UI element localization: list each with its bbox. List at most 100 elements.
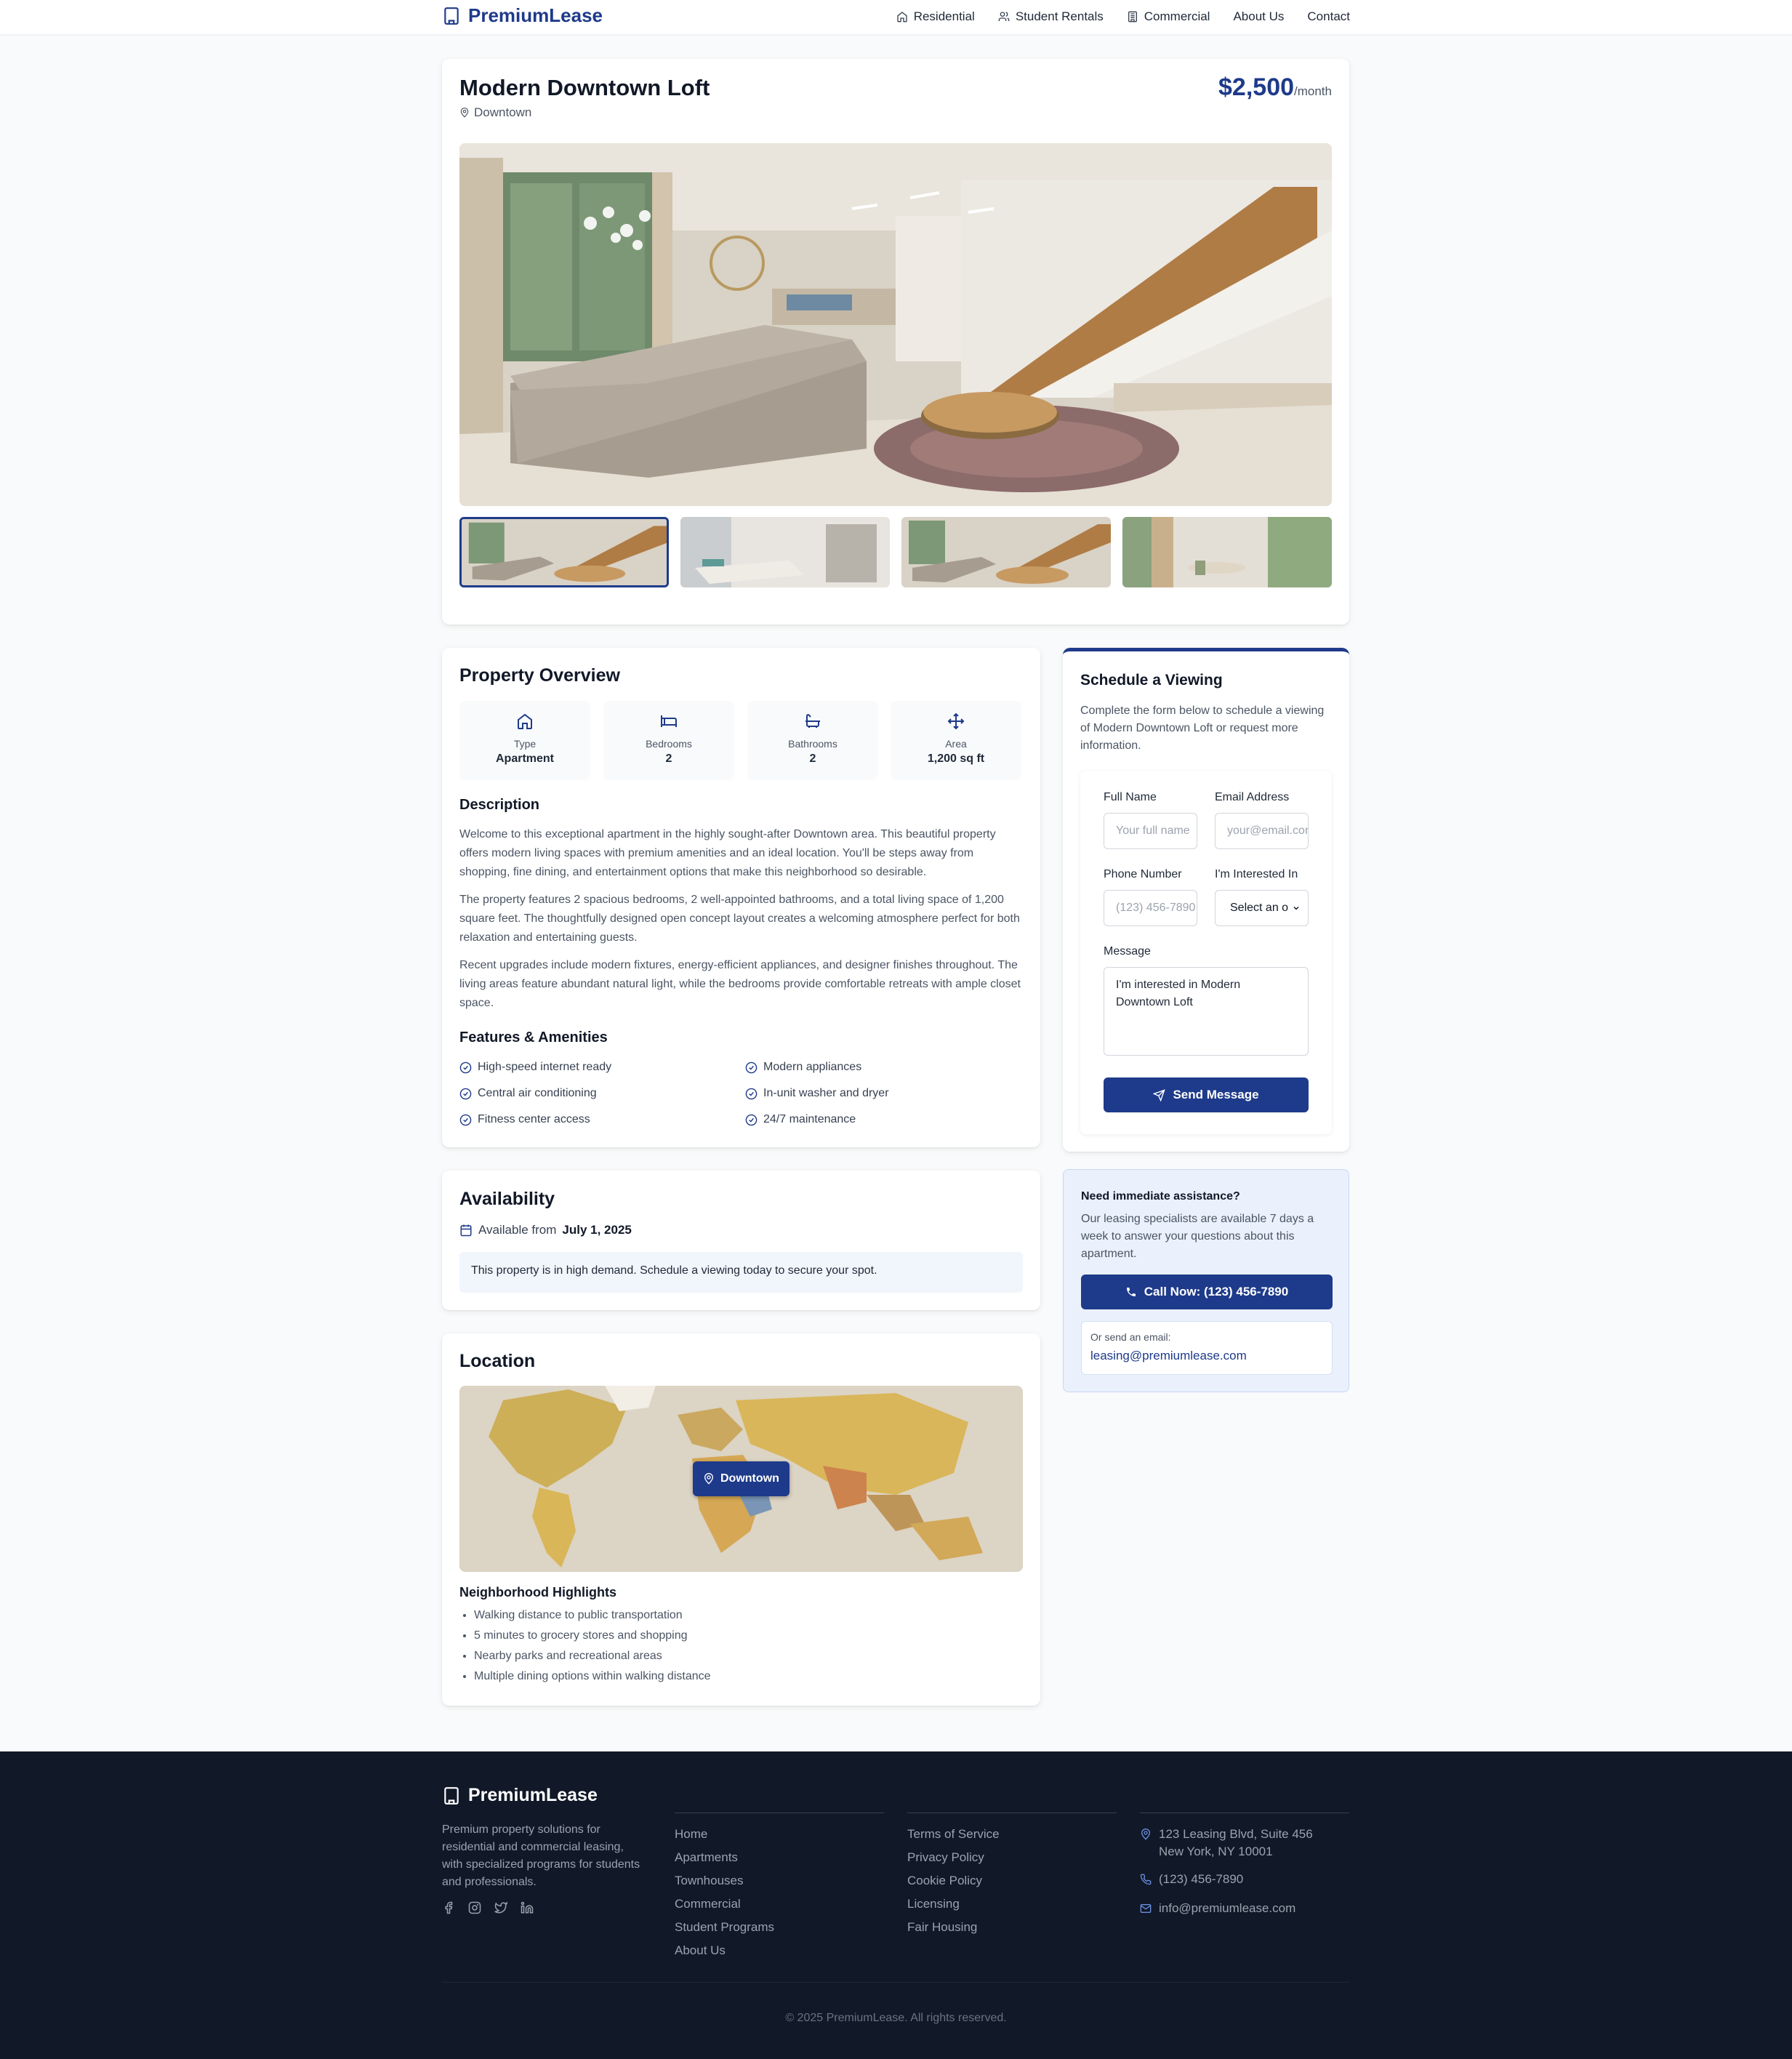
nav-label: Commercial <box>1144 9 1210 23</box>
highlight-item: Walking distance to public transportatio… <box>474 1605 711 1626</box>
footer-link-licensing[interactable]: Licensing <box>907 1897 960 1911</box>
nav-commercial[interactable]: Commercial <box>1127 9 1210 24</box>
top-navbar: PremiumLease Residential Student Rentals… <box>0 0 1792 36</box>
brand-logo[interactable]: PremiumLease <box>442 4 603 27</box>
highlight-item: Multiple dining options within walking d… <box>474 1666 711 1687</box>
footer-link-about[interactable]: About Us <box>675 1943 726 1958</box>
thumbnail-4[interactable] <box>1122 517 1332 587</box>
property-price: $2,500 /month <box>1218 73 1332 102</box>
interest-value: Select an option <box>1230 902 1288 914</box>
stat-area: Area 1,200 sq ft <box>891 701 1021 780</box>
message-label: Message <box>1104 945 1151 958</box>
description-heading: Description <box>459 797 540 813</box>
schedule-heading: Schedule a Viewing <box>1080 672 1223 689</box>
footer-link-townhouses[interactable]: Townhouses <box>675 1874 744 1888</box>
main-nav: Residential Student Rentals Commercial A… <box>896 9 1350 24</box>
available-from: Available from July 1, 2025 <box>459 1223 632 1237</box>
stat-label: Type <box>513 738 537 750</box>
phone-input[interactable]: (123) 456-7890 <box>1104 890 1197 926</box>
footer-brand[interactable]: PremiumLease <box>442 1785 598 1806</box>
feature-item: Fitness center access <box>459 1113 590 1126</box>
footer-phone-text: (123) 456-7890 <box>1159 1872 1244 1886</box>
facebook-icon[interactable] <box>442 1901 455 1914</box>
check-circle-icon <box>745 1061 758 1073</box>
footer-link-commercial[interactable]: Commercial <box>675 1897 741 1911</box>
phone-icon <box>1140 1874 1152 1885</box>
fullname-label: Full Name <box>1104 791 1157 803</box>
bed-icon <box>661 715 677 727</box>
nav-about[interactable]: About Us <box>1233 9 1284 24</box>
stat-value: Apartment <box>495 752 554 765</box>
assist-email-link[interactable]: leasing@premiumlease.com <box>1090 1349 1247 1363</box>
assistance-card: Need immediate assistance? Our leasing s… <box>1063 1169 1349 1392</box>
calendar-icon <box>460 1224 472 1237</box>
message-textarea[interactable]: I'm interested in Modern Downtown Loft <box>1104 967 1309 1056</box>
assist-text: Our leasing specialists are available 7 … <box>1081 1213 1314 1260</box>
site-footer: PremiumLease Premium property solutions … <box>0 1751 1792 2059</box>
address-line-1: 123 Leasing Blvd, Suite 456 <box>1159 1827 1313 1841</box>
main-property-photo <box>459 143 1332 506</box>
highlight-item: 5 minutes to grocery stores and shopping <box>474 1626 711 1646</box>
social-links <box>442 1901 534 1914</box>
footer-link-privacy[interactable]: Privacy Policy <box>907 1850 984 1865</box>
bath-icon <box>805 714 820 728</box>
footer-link-cookie[interactable]: Cookie Policy <box>907 1874 982 1888</box>
footer-link-terms[interactable]: Terms of Service <box>907 1827 1000 1842</box>
check-circle-icon <box>459 1114 472 1125</box>
twitter-icon[interactable] <box>494 1901 507 1914</box>
stat-label: Bedrooms <box>646 738 692 750</box>
footer-link-home[interactable]: Home <box>675 1827 707 1842</box>
feature-text: Central air conditioning <box>478 1087 597 1099</box>
footer-bottom-divider <box>442 1982 1349 1983</box>
check-circle-icon <box>459 1088 472 1099</box>
phone-icon <box>1126 1288 1136 1296</box>
available-prefix: Available from <box>478 1223 557 1237</box>
thumbnail-3[interactable] <box>901 517 1111 587</box>
check-circle-icon <box>459 1061 472 1073</box>
linkedin-icon[interactable] <box>521 1901 534 1914</box>
nav-residential[interactable]: Residential <box>896 9 975 24</box>
feature-text: Modern appliances <box>763 1061 862 1073</box>
footer-email[interactable]: info@premiumlease.com <box>1140 1901 1295 1916</box>
footer-link-fair-housing[interactable]: Fair Housing <box>907 1920 977 1935</box>
map-pin-label[interactable]: Downtown <box>693 1461 789 1496</box>
property-title: Modern Downtown Loft <box>459 75 710 100</box>
feature-item: 24/7 maintenance <box>745 1113 856 1126</box>
move-icon <box>947 713 965 730</box>
nav-student-rentals[interactable]: Student Rentals <box>998 9 1104 24</box>
send-message-button[interactable]: Send Message <box>1104 1077 1309 1112</box>
demand-notice: This property is in high demand. Schedul… <box>459 1252 1023 1293</box>
building-logo-icon <box>444 1786 459 1805</box>
location-heading: Location <box>459 1351 536 1371</box>
feature-text: 24/7 maintenance <box>763 1113 856 1125</box>
nav-contact[interactable]: Contact <box>1307 9 1350 24</box>
stat-bedrooms: Bedrooms 2 <box>603 701 734 780</box>
instagram-icon[interactable] <box>468 1901 481 1914</box>
building-icon <box>1128 11 1137 23</box>
location-card: Location Downtown Neighborhood Highlight… <box>442 1333 1040 1706</box>
schedule-form: Full Name Your full name Email Address y… <box>1080 771 1332 1134</box>
property-overview-card: Property Overview Type Apartment Bedroom… <box>442 648 1040 1147</box>
footer-tagline: Premium property solutions for residenti… <box>442 1823 640 1888</box>
thumbnail-1[interactable] <box>459 517 669 587</box>
stat-bathrooms: Bathrooms 2 <box>747 701 878 780</box>
stat-value: 2 <box>809 752 816 765</box>
interest-select[interactable]: Select an option <box>1215 890 1309 926</box>
footer-brand-name: PremiumLease <box>468 1785 598 1805</box>
footer-phone[interactable]: (123) 456-7890 <box>1140 1872 1243 1887</box>
thumbnail-2[interactable] <box>680 517 890 587</box>
footer-link-apartments[interactable]: Apartments <box>675 1850 738 1865</box>
fullname-input[interactable]: Your full name <box>1104 813 1197 849</box>
feature-item: Central air conditioning <box>459 1087 597 1100</box>
mail-icon <box>1140 1904 1152 1913</box>
map-pin-icon <box>704 1473 714 1485</box>
email-label: Email Address <box>1215 791 1290 803</box>
description-paragraph: Recent upgrades include modern fixtures,… <box>459 959 1021 1009</box>
feature-item: High-speed internet ready <box>459 1061 611 1074</box>
feature-item: In-unit washer and dryer <box>745 1087 889 1100</box>
feature-text: Fitness center access <box>478 1113 590 1125</box>
call-now-button[interactable]: Call Now: (123) 456-7890 <box>1081 1275 1333 1309</box>
email-prefix: Or send an email: <box>1090 1331 1171 1343</box>
email-input[interactable]: your@email.com <box>1215 813 1309 849</box>
footer-link-student-programs[interactable]: Student Programs <box>675 1920 774 1935</box>
